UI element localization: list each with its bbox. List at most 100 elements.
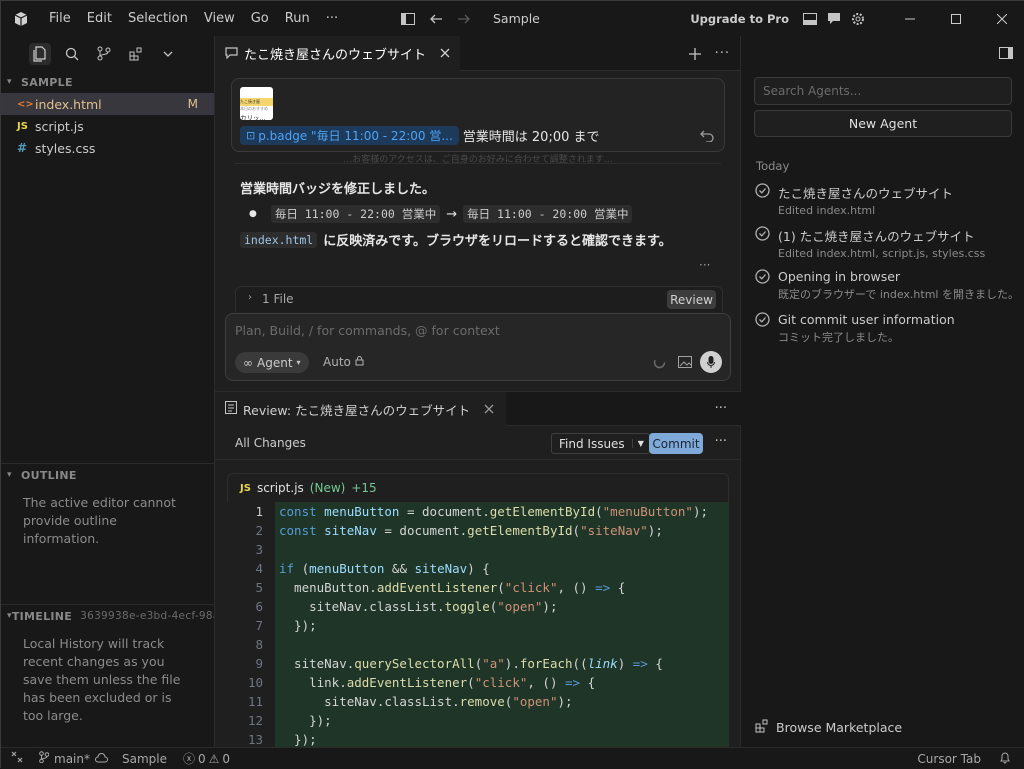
file-code: index.html — [240, 231, 318, 248]
menu-go[interactable]: Go — [243, 1, 277, 36]
title-nav — [401, 1, 471, 36]
chevron-down-icon[interactable]: ▼ — [631, 439, 649, 448]
reply-change-list: ● 毎日 11:00 - 22:00 営業中 → 毎日 11:00 - 20:0… — [249, 205, 633, 223]
source-control-icon[interactable] — [93, 43, 115, 65]
file-item-index-html[interactable]: <> index.html M — [1, 93, 214, 115]
review-tab-bar: Review: たこ焼き屋さんのウェブサイト ··· — [215, 391, 741, 426]
line-number: 7 — [255, 618, 263, 633]
code-line: 10 link.addEventListener("click", () => … — [227, 673, 729, 692]
agents-panel: Search Agents... New Agent Today たこ焼き屋さん… — [741, 36, 1024, 747]
line-number: 13 — [247, 732, 263, 747]
find-issues-button[interactable]: Find Issues ▼ — [551, 433, 650, 454]
menu-selection[interactable]: Selection — [120, 1, 196, 36]
maximize-button[interactable] — [933, 1, 979, 36]
agent-mode-selector[interactable]: ∞ Agent ▾ — [235, 352, 309, 373]
code-line: 1 const menuButton = document.getElementB… — [227, 502, 729, 521]
agent-item[interactable]: (1) たこ焼き屋さんのウェブサイト Edited index.html, scr… — [755, 226, 985, 260]
element-reference-chip[interactable]: ⊡ p.badge "毎日 11:00 - 22:00 営... — [240, 126, 459, 145]
browse-marketplace-link[interactable]: Browse Marketplace — [755, 719, 902, 736]
more-icon[interactable]: ··· — [715, 434, 727, 449]
back-arrow-icon[interactable] — [429, 13, 443, 25]
image-attach-icon[interactable] — [678, 356, 692, 368]
outline-empty-text: The active editor cannot provide outline… — [23, 495, 176, 546]
chevron-down-icon[interactable] — [157, 43, 179, 65]
more-icon[interactable]: ··· — [715, 46, 730, 61]
code-text: const siteNav = document.getElementById(… — [275, 521, 729, 540]
menu-file[interactable]: File — [41, 1, 79, 36]
toggle-panel-icon[interactable] — [999, 47, 1013, 59]
agent-subtitle: Edited index.html — [778, 204, 876, 217]
outline-section-header[interactable]: ▾ OUTLINE — [1, 464, 214, 486]
chat-input-box[interactable]: Plan, Build, / for commands, @ for conte… — [225, 313, 731, 381]
workspace-name[interactable]: Sample — [122, 752, 167, 766]
bell-icon[interactable] — [999, 751, 1011, 767]
chat-editor-area: たこ焼き屋さんのウェブサイト ··· たこ焼き屋 本日のおすすめ カリッ... … — [215, 35, 741, 747]
file-item-styles-css[interactable]: # styles.css — [1, 137, 214, 159]
settings-gear-icon[interactable] — [851, 12, 865, 26]
problems-indicator[interactable]: ⓧ 0 ⚠ 0 — [183, 750, 230, 767]
forward-arrow-icon[interactable] — [457, 13, 471, 25]
agent-item[interactable]: たこ焼き屋さんのウェブサイト Edited index.html — [755, 183, 953, 217]
code-line: 2 const siteNav = document.getElementById… — [227, 521, 729, 540]
timeline-section-header[interactable]: ▾ TIMELINE 3639938e-e3bd-4ecf-98a... — [1, 605, 214, 627]
outline-title: OUTLINE — [21, 468, 77, 482]
new-agent-button[interactable]: New Agent — [754, 110, 1012, 137]
commit-button[interactable]: Commit — [649, 433, 703, 454]
upgrade-link[interactable]: Upgrade to Pro — [690, 12, 789, 26]
code-text: siteNav.querySelectorAll("a").forEach((l… — [275, 654, 729, 673]
auto-label: Auto — [323, 355, 351, 369]
window-title: Sample — [493, 11, 540, 26]
plus-icon[interactable] — [688, 47, 701, 60]
close-icon[interactable] — [484, 402, 494, 417]
menu-edit[interactable]: Edit — [79, 1, 120, 36]
menu-run[interactable]: Run — [277, 1, 318, 36]
search-agents-input[interactable]: Search Agents... — [754, 77, 1012, 105]
diff-code-view[interactable]: 1 const menuButton = document.getElementB… — [227, 502, 729, 747]
cursor-tab-label[interactable]: Cursor Tab — [917, 752, 981, 766]
toggle-sidebar-icon[interactable] — [401, 12, 415, 25]
close-icon[interactable] — [440, 48, 450, 58]
branch-indicator[interactable]: main* — [39, 751, 108, 766]
layout-panel-icon[interactable] — [803, 12, 817, 25]
activity-bar — [1, 36, 214, 71]
file-name: styles.css — [35, 140, 96, 156]
files-changed-bar[interactable]: › 1 File Review — [235, 286, 723, 312]
message-more-icon[interactable]: ··· — [699, 258, 710, 272]
remote-icon[interactable] — [11, 751, 23, 766]
explorer-files-icon[interactable] — [29, 42, 51, 65]
menu-view[interactable]: View — [196, 1, 243, 36]
check-circle-icon — [755, 183, 770, 217]
review-button[interactable]: Review — [667, 290, 716, 309]
explorer-section-header[interactable]: ▾ SAMPLE — [1, 71, 214, 93]
agent-item[interactable]: Opening in browser 既定のブラウザーで index.html を… — [755, 269, 1019, 302]
code-text: if (menuButton && siteNav) { — [275, 559, 729, 578]
model-auto-selector[interactable]: Auto — [323, 355, 364, 369]
timeline-section: ▾ TIMELINE 3639938e-e3bd-4ecf-98a... Loc… — [1, 604, 214, 725]
chat-tab[interactable]: たこ焼き屋さんのウェブサイト — [215, 35, 461, 71]
file-item-script-js[interactable]: JS script.js — [1, 115, 214, 137]
line-number: 4 — [255, 561, 263, 576]
check-circle-icon — [755, 226, 770, 260]
css-file-icon: # — [17, 141, 28, 155]
menu-more[interactable]: ··· — [318, 1, 346, 36]
agent-subtitle: コミット完了しました。 — [778, 331, 899, 344]
extensions-icon[interactable] — [125, 43, 147, 65]
all-changes-label[interactable]: All Changes — [235, 436, 306, 450]
close-window-button[interactable] — [979, 1, 1024, 36]
diff-file-header[interactable]: JS script.js (New) +15 — [227, 473, 729, 502]
git-branch-icon — [39, 751, 50, 766]
microphone-icon[interactable] — [700, 351, 722, 373]
undo-icon[interactable] — [700, 130, 714, 142]
element-select-icon: ⊡ — [246, 129, 256, 142]
code-line: 13 }); — [227, 730, 729, 747]
more-icon[interactable]: ··· — [715, 401, 727, 416]
agent-title: たこ焼き屋さんのウェブサイト — [778, 186, 954, 201]
chat-icon[interactable] — [827, 12, 841, 25]
review-tab[interactable]: Review: たこ焼き屋さんのウェブサイト — [215, 392, 506, 426]
user-message-text: 営業時間は 20;00 まで — [462, 130, 600, 145]
search-icon[interactable] — [61, 43, 83, 65]
chip-label: p.badge "毎日 11:00 - 22:00 営... — [258, 129, 453, 143]
agent-item[interactable]: Git commit user information コミット完了しました。 — [755, 312, 955, 345]
minimize-button[interactable] — [887, 1, 933, 36]
screenshot-thumbnail[interactable]: たこ焼き屋 本日のおすすめ カリッ... — [240, 87, 273, 120]
